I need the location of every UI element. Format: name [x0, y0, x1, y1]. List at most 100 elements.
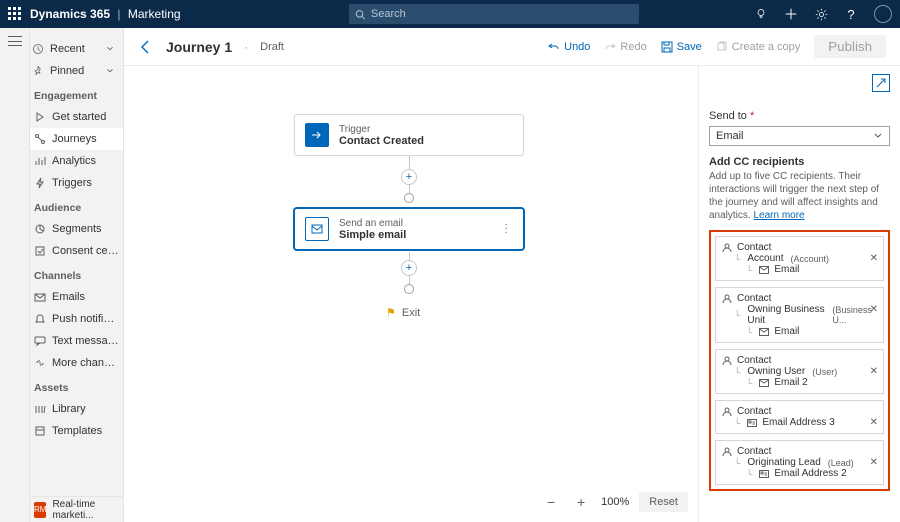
search-icon	[355, 9, 365, 20]
node-email[interactable]: Send an emailSimple email ⋯	[294, 208, 524, 250]
bell-icon	[34, 313, 46, 325]
sidebar-item-library[interactable]: Library	[30, 398, 123, 420]
template-icon	[34, 425, 46, 437]
sidebar-item-text[interactable]: Text messages	[30, 330, 123, 352]
sidebar-item-emails[interactable]: Emails	[30, 286, 123, 308]
command-bar: Journey 1 · Draft Undo Redo Save Create …	[124, 28, 900, 66]
sidebar-item-templates[interactable]: Templates	[30, 420, 123, 442]
journey-icon	[34, 133, 46, 145]
person-icon	[722, 356, 732, 366]
clock-icon	[32, 43, 44, 55]
learn-more-link[interactable]: Learn more	[753, 210, 804, 221]
search-input[interactable]	[371, 8, 633, 20]
zoom-value: 100%	[601, 496, 629, 508]
node-menu[interactable]: ⋯	[500, 223, 514, 236]
zoom-in-button[interactable]: +	[571, 492, 591, 512]
app-launcher-icon[interactable]	[8, 7, 22, 21]
area-switcher[interactable]: RM Real-time marketi...	[30, 496, 123, 522]
copy-button: Create a copy	[716, 41, 800, 53]
remove-recipient-button[interactable]: ✕	[870, 253, 878, 264]
avatar[interactable]	[874, 5, 892, 23]
cc-recipient-card[interactable]: ✕Contact└Account(Account)└Email	[715, 236, 884, 281]
cc-recipient-card[interactable]: ✕Contact└Originating Lead(Lead)└Email Ad…	[715, 440, 884, 485]
hamburger-icon[interactable]	[8, 36, 22, 46]
cc-help: Add up to five CC recipients. Their inte…	[709, 170, 890, 222]
sidebar-item-analytics[interactable]: Analytics	[30, 150, 123, 172]
publish-button: Publish	[814, 35, 886, 58]
help-icon[interactable]: ?	[844, 7, 858, 21]
person-icon	[722, 447, 732, 457]
consent-icon	[34, 245, 46, 257]
chevron-down-icon	[105, 44, 115, 54]
link-icon	[34, 357, 46, 369]
module-name: Marketing	[128, 7, 181, 21]
save-icon	[661, 41, 673, 53]
zoom-out-button[interactable]: −	[541, 492, 561, 512]
app-header: Dynamics 365 | Marketing ?	[0, 0, 900, 28]
mail-icon	[305, 217, 329, 241]
product-name: Dynamics 365	[30, 7, 110, 21]
sidebar-pinned[interactable]: Pinned	[30, 60, 123, 82]
cc-recipient-card[interactable]: ✕Contact└Owning Business Unit(Business U…	[715, 287, 884, 343]
cc-recipients-list: ✕Contact└Account(Account)└Email ✕Contact└…	[709, 230, 890, 491]
top-actions: ?	[754, 5, 892, 23]
add-step-button[interactable]: +	[401, 260, 417, 276]
journey-canvas[interactable]: TriggerContact Created + Send an emailSi…	[124, 66, 698, 522]
gear-icon[interactable]	[814, 7, 828, 21]
chevron-down-icon	[105, 66, 115, 76]
sidebar-item-push[interactable]: Push notifications	[30, 308, 123, 330]
sidebar-recent[interactable]: Recent	[30, 38, 123, 60]
node-trigger[interactable]: TriggerContact Created	[294, 114, 524, 156]
chart-icon	[34, 155, 46, 167]
sidebar-item-get-started[interactable]: Get started	[30, 106, 123, 128]
remove-recipient-button[interactable]: ✕	[870, 304, 878, 315]
person-icon	[722, 407, 732, 417]
lightbulb-icon[interactable]	[754, 7, 768, 21]
sidebar-item-journeys[interactable]: Journeys	[30, 128, 123, 150]
message-icon	[34, 335, 46, 347]
status-badge: Draft	[260, 41, 284, 53]
nav-rail	[0, 28, 30, 522]
sidebar: Recent Pinned Engagement Get started Jou…	[30, 28, 124, 522]
zoom-reset-button[interactable]: Reset	[639, 492, 688, 512]
mail-icon	[759, 328, 769, 336]
pin-icon	[32, 65, 44, 77]
back-button[interactable]	[138, 39, 154, 55]
expand-panel-button[interactable]	[872, 74, 890, 92]
copy-icon	[716, 41, 728, 53]
global-search[interactable]	[349, 4, 639, 24]
area-badge: RM	[34, 502, 46, 518]
id-icon	[759, 470, 769, 478]
send-to-select[interactable]: Email	[709, 126, 890, 146]
person-icon	[722, 294, 732, 304]
sidebar-item-segments[interactable]: Segments	[30, 218, 123, 240]
person-icon	[722, 243, 732, 253]
node-exit[interactable]: ⚑ Exit	[386, 306, 420, 319]
cc-recipient-card[interactable]: ✕Contact└Email Address 3	[715, 400, 884, 434]
sidebar-group-audience: Audience	[30, 194, 123, 218]
redo-button: Redo	[604, 41, 646, 53]
remove-recipient-button[interactable]: ✕	[870, 366, 878, 377]
sidebar-item-more-channels[interactable]: More channels	[30, 352, 123, 374]
remove-recipient-button[interactable]: ✕	[870, 457, 878, 468]
flag-icon: ⚑	[386, 306, 396, 319]
save-button[interactable]: Save	[661, 41, 702, 53]
remove-recipient-button[interactable]: ✕	[870, 417, 878, 428]
undo-button[interactable]: Undo	[548, 41, 590, 53]
mail-icon	[759, 379, 769, 387]
main-content: Journey 1 · Draft Undo Redo Save Create …	[124, 28, 900, 522]
sidebar-group-channels: Channels	[30, 262, 123, 286]
page-title: Journey 1	[166, 39, 232, 55]
undo-icon	[548, 41, 560, 53]
sidebar-group-engagement: Engagement	[30, 82, 123, 106]
plus-icon[interactable]	[784, 7, 798, 21]
sidebar-group-assets: Assets	[30, 374, 123, 398]
add-step-button[interactable]: +	[401, 169, 417, 185]
cc-recipient-card[interactable]: ✕Contact└Owning User(User)└Email 2	[715, 349, 884, 394]
zoom-controls: − + 100% Reset	[541, 492, 688, 512]
id-icon	[747, 419, 757, 427]
sidebar-item-consent[interactable]: Consent center	[30, 240, 123, 262]
sidebar-item-triggers[interactable]: Triggers	[30, 172, 123, 194]
play-icon	[34, 111, 46, 123]
send-to-label: Send to *	[709, 110, 890, 122]
